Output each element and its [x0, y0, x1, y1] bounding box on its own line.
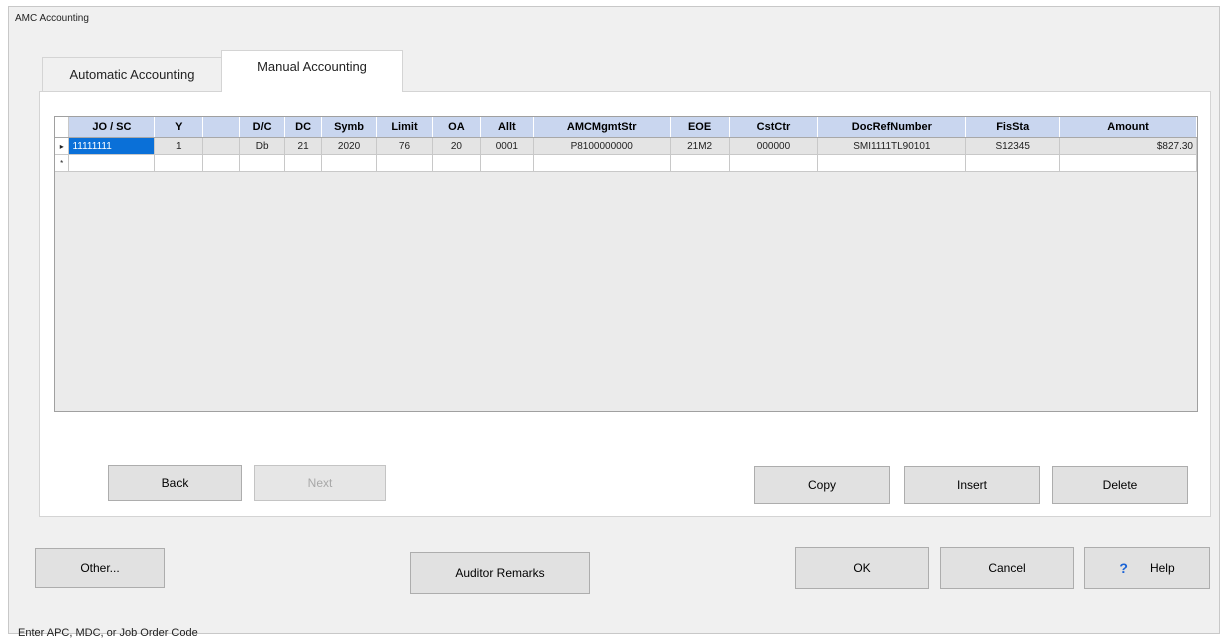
cell-jo-sc[interactable]: 11111111	[68, 137, 156, 155]
cell-blank[interactable]	[202, 137, 241, 155]
table-row[interactable]: ▸ 11111111 1 Db 21 2020 76 20 0001 P8100…	[55, 137, 1197, 155]
new-cell[interactable]	[533, 154, 671, 172]
cell-y[interactable]: 1	[154, 137, 204, 155]
new-cell[interactable]	[321, 154, 378, 172]
cell-eoe[interactable]: 21M2	[670, 137, 730, 155]
cell-docrefnumber[interactable]: SMI1111TL90101	[817, 137, 967, 155]
new-cell[interactable]	[239, 154, 286, 172]
column-header-oa[interactable]: OA	[432, 117, 481, 138]
status-bar-text: Enter APC, MDC, or Job Order Code	[18, 627, 198, 639]
new-cell[interactable]	[68, 154, 156, 172]
insert-button[interactable]: Insert	[904, 466, 1040, 504]
accounting-table: JO / SC Y D/C DC Symb Limit OA Allt AMCM…	[55, 117, 1197, 172]
column-header-fissta[interactable]: FisSta	[965, 117, 1061, 138]
column-header-amount[interactable]: Amount	[1059, 117, 1197, 138]
cell-amcmgmtstr[interactable]: P8100000000	[533, 137, 671, 155]
manual-accounting-panel: JO / SC Y D/C DC Symb Limit OA Allt AMCM…	[39, 91, 1211, 517]
column-header-limit[interactable]: Limit	[376, 117, 433, 138]
current-row-indicator: ▸	[55, 137, 70, 155]
new-cell[interactable]	[376, 154, 433, 172]
next-button[interactable]: Next	[254, 465, 386, 501]
column-header-dc[interactable]: DC	[284, 117, 323, 138]
new-row-indicator: *	[55, 154, 70, 172]
window-title: AMC Accounting	[15, 13, 89, 24]
column-header-docrefnumber[interactable]: DocRefNumber	[817, 117, 967, 138]
cell-fissta[interactable]: S12345	[965, 137, 1061, 155]
cell-amount[interactable]: $827.30	[1059, 137, 1197, 155]
new-cell[interactable]	[154, 154, 204, 172]
back-button[interactable]: Back	[108, 465, 242, 501]
new-cell[interactable]	[670, 154, 730, 172]
cancel-button[interactable]: Cancel	[940, 547, 1074, 589]
column-header-blank[interactable]	[202, 117, 241, 138]
new-cell[interactable]	[817, 154, 967, 172]
row-header-corner	[55, 117, 70, 138]
column-header-y[interactable]: Y	[154, 117, 204, 138]
column-header-amcmgmtstr[interactable]: AMCMgmtStr	[533, 117, 671, 138]
help-label: Help	[1149, 561, 1175, 575]
column-header-allt[interactable]: Allt	[480, 117, 534, 138]
new-row[interactable]: *	[55, 154, 1197, 172]
column-header-cstctr[interactable]: CstCtr	[729, 117, 819, 138]
new-cell[interactable]	[729, 154, 819, 172]
column-header-dc-type[interactable]: D/C	[239, 117, 286, 138]
amc-accounting-window: AMC Accounting Automatic Accounting Manu…	[8, 6, 1220, 639]
other-button[interactable]: Other...	[35, 548, 165, 588]
new-cell[interactable]	[965, 154, 1061, 172]
column-header-jo-sc[interactable]: JO / SC	[68, 117, 156, 138]
cell-dc[interactable]: 21	[284, 137, 323, 155]
accounting-grid[interactable]: JO / SC Y D/C DC Symb Limit OA Allt AMCM…	[54, 116, 1198, 412]
cell-allt[interactable]: 0001	[480, 137, 534, 155]
auditor-remarks-button[interactable]: Auditor Remarks	[410, 552, 590, 594]
delete-button[interactable]: Delete	[1052, 466, 1188, 504]
tab-automatic-accounting[interactable]: Automatic Accounting	[42, 57, 222, 91]
column-header-eoe[interactable]: EOE	[670, 117, 730, 138]
new-cell[interactable]	[480, 154, 534, 172]
column-header-symb[interactable]: Symb	[321, 117, 378, 138]
cell-cstctr[interactable]: 000000	[729, 137, 819, 155]
help-question-icon: ?	[1119, 560, 1128, 576]
cell-dc-type[interactable]: Db	[239, 137, 286, 155]
tab-manual-accounting[interactable]: Manual Accounting	[221, 50, 403, 92]
ok-button[interactable]: OK	[795, 547, 929, 589]
grid-header-row: JO / SC Y D/C DC Symb Limit OA Allt AMCM…	[55, 117, 1197, 138]
cell-oa[interactable]: 20	[432, 137, 481, 155]
cell-limit[interactable]: 76	[376, 137, 433, 155]
new-cell[interactable]	[202, 154, 241, 172]
cell-symb[interactable]: 2020	[321, 137, 378, 155]
new-cell[interactable]	[284, 154, 323, 172]
copy-button[interactable]: Copy	[754, 466, 890, 504]
help-button[interactable]: ? Help	[1084, 547, 1210, 589]
new-cell[interactable]	[432, 154, 481, 172]
new-cell[interactable]	[1059, 154, 1197, 172]
